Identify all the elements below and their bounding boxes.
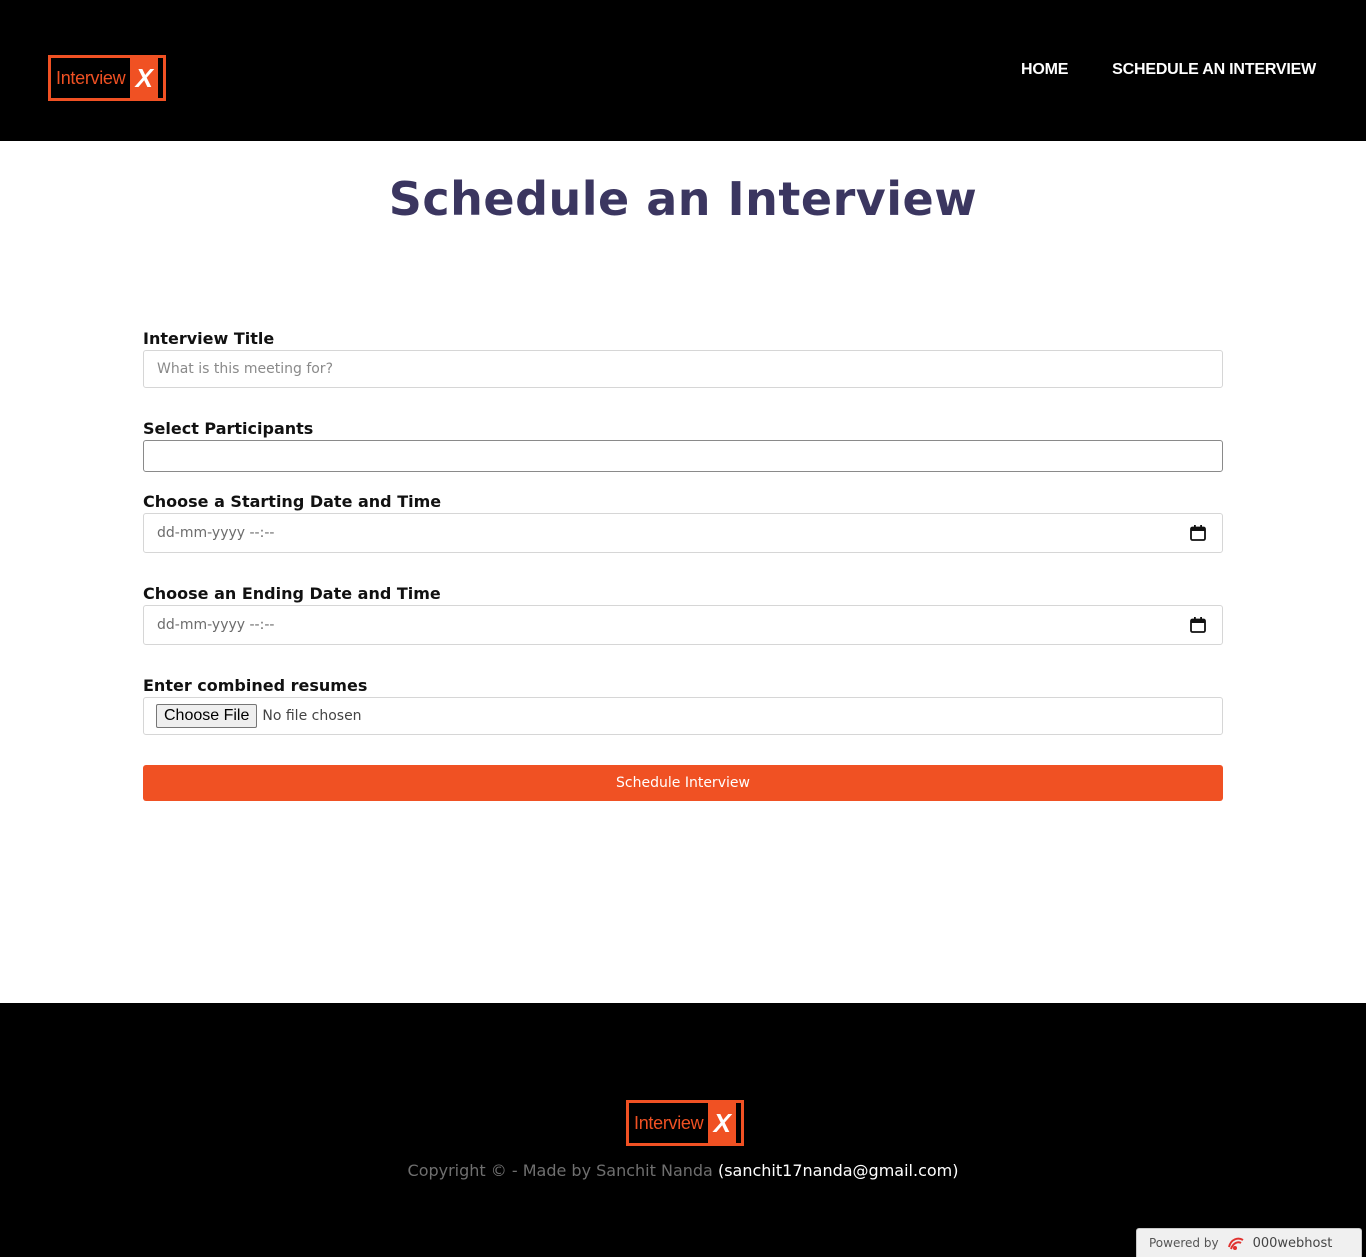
powered-by-badge[interactable]: Powered by 000webhost — [1136, 1228, 1362, 1257]
site-header: Interview X HOME SCHEDULE AN INTERVIEW — [0, 0, 1366, 141]
powered-by-label: Powered by — [1149, 1236, 1219, 1250]
footer-logo[interactable]: Interview X — [626, 1100, 744, 1146]
participants-label: Select Participants — [143, 419, 314, 438]
logo-mark: X — [708, 1103, 737, 1143]
000webhost-logo-icon — [1227, 1237, 1244, 1250]
site-footer: Interview X Copyright © - Made by Sanchi… — [0, 1003, 1366, 1257]
logo-text: Interview — [56, 67, 126, 88]
start-datetime-label: Choose a Starting Date and Time — [143, 492, 442, 511]
participants-select[interactable] — [143, 440, 1223, 472]
choose-file-button[interactable]: Choose File — [156, 704, 258, 728]
resumes-file-input[interactable]: Choose File No file chosen — [143, 697, 1223, 735]
author-email-link[interactable]: (sanchit17nanda@gmail.com) — [718, 1161, 959, 1180]
interview-title-label: Interview Title — [143, 329, 275, 348]
end-datetime-input[interactable]: dd-mm-yyyy --:-- — [143, 605, 1223, 645]
start-datetime-value: dd-mm-yyyy --:-- — [157, 525, 275, 541]
nav-schedule-link[interactable]: SCHEDULE AN INTERVIEW — [1112, 61, 1316, 79]
logo-text: Interview — [634, 1112, 704, 1133]
end-datetime-label: Choose an Ending Date and Time — [143, 584, 441, 603]
header-logo[interactable]: Interview X — [48, 55, 166, 101]
powered-by-brand: 000webhost — [1252, 1235, 1333, 1251]
copyright: Copyright © - Made by Sanchit Nanda (san… — [0, 1161, 1366, 1180]
end-datetime-value: dd-mm-yyyy --:-- — [157, 617, 275, 633]
resumes-label: Enter combined resumes — [143, 676, 368, 695]
calendar-icon[interactable] — [1189, 524, 1207, 542]
logo-mark: X — [130, 58, 159, 98]
main-nav: HOME SCHEDULE AN INTERVIEW — [1021, 61, 1316, 79]
interview-title-input[interactable] — [143, 350, 1223, 388]
calendar-icon[interactable] — [1189, 616, 1207, 634]
schedule-interview-button[interactable]: Schedule Interview — [143, 765, 1223, 801]
file-status: No file chosen — [262, 708, 362, 724]
copyright-text: Copyright © - Made by Sanchit Nanda — [407, 1161, 713, 1180]
nav-home-link[interactable]: HOME — [1021, 61, 1068, 79]
page-title: Schedule an Interview — [388, 172, 978, 226]
start-datetime-input[interactable]: dd-mm-yyyy --:-- — [143, 513, 1223, 553]
